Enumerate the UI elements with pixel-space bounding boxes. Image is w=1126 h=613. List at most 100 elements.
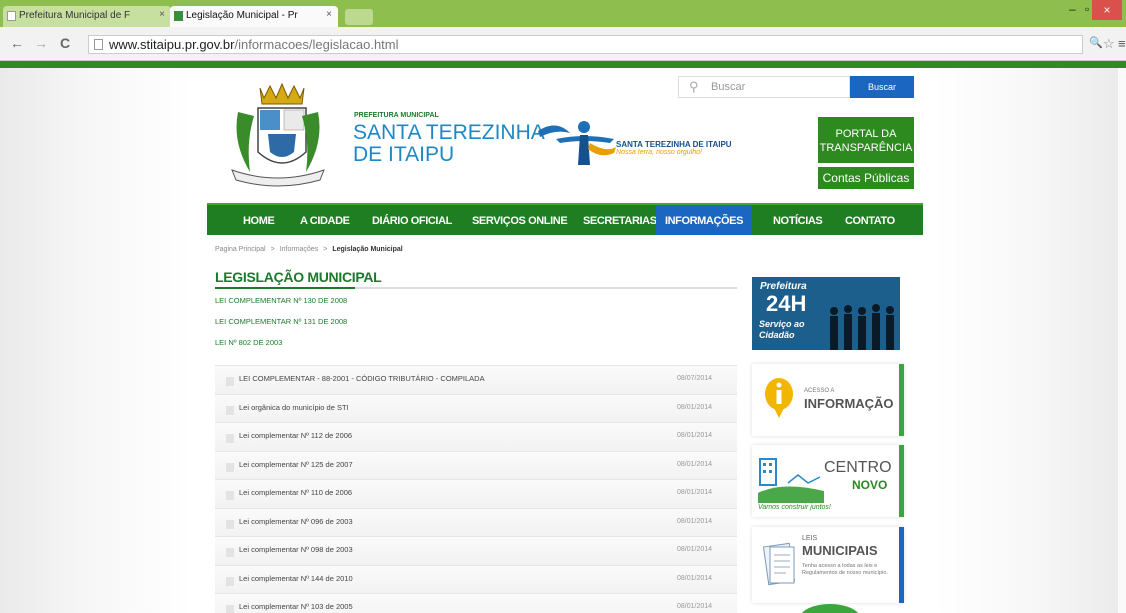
info-icon bbox=[765, 378, 793, 418]
browser-tab-prefeitura[interactable]: Prefeitura Municipal de F × bbox=[3, 6, 171, 27]
document-row[interactable]: LEI COMPLEMENTAR - 88-2001 - CÓDIGO TRIB… bbox=[215, 365, 737, 394]
document-name: Lei orgânica do município de STI bbox=[239, 402, 349, 412]
file-icon bbox=[226, 434, 234, 443]
page-title: LEGISLAÇÃO MUNICIPAL bbox=[215, 269, 382, 285]
document-date: 08/01/2014 bbox=[677, 432, 713, 439]
tab-title: Legislação Municipal - Pr bbox=[186, 10, 298, 21]
search-input[interactable]: ⚲ Buscar bbox=[678, 76, 850, 98]
menu-item-secretarias[interactable]: SECRETARIAS bbox=[583, 215, 657, 227]
document-row[interactable]: Lei complementar Nº 112 de 2006 08/01/201… bbox=[215, 422, 737, 451]
new-tab-button[interactable] bbox=[345, 9, 373, 25]
search-button[interactable]: Buscar bbox=[850, 76, 914, 98]
banner-centro-novo[interactable]: CENTRO NOVO Vamos construir juntos! bbox=[752, 445, 904, 517]
prefeitura-label: PREFEITURA MUNICIPAL bbox=[354, 112, 439, 119]
breadcrumb-home[interactable]: Pagina Principal bbox=[215, 246, 266, 253]
document-name: Lei complementar Nº 125 de 2007 bbox=[239, 459, 353, 469]
document-name: Lei complementar Nº 110 de 2006 bbox=[239, 488, 353, 497]
tab-title: Prefeitura Municipal de F bbox=[19, 10, 131, 21]
search-placeholder: Buscar bbox=[711, 81, 746, 93]
menu-item-cidade[interactable]: A CIDADE bbox=[300, 215, 350, 227]
file-icon bbox=[226, 519, 234, 529]
maximize-button[interactable]: ▫ bbox=[1085, 2, 1089, 16]
document-date: 08/01/2014 bbox=[677, 460, 713, 468]
document-row[interactable]: Lei complementar Nº 096 de 2003 08/01/201… bbox=[215, 507, 737, 536]
minimize-button[interactable]: – bbox=[1069, 2, 1076, 16]
document-row[interactable]: Lei orgânica do município de STI 08/01/20… bbox=[215, 393, 737, 422]
menu-item-informacoes[interactable]: INFORMAÇÕES bbox=[656, 205, 752, 235]
document-date: 08/01/2014 bbox=[677, 489, 713, 496]
page-icon bbox=[94, 39, 103, 50]
star-icon[interactable]: ☆ bbox=[1103, 36, 1115, 52]
document-stack-icon bbox=[762, 542, 796, 586]
document-row[interactable]: Lei complementar Nº 103 de 2005 08/01/201… bbox=[215, 593, 737, 613]
address-bar-area: ← → C www.stitaipu.pr.gov.br/informacoes… bbox=[0, 27, 1126, 61]
document-name: Lei complementar Nº 112 de 2006 bbox=[239, 431, 353, 440]
municipal-crest-logo[interactable] bbox=[228, 82, 328, 194]
tab-close-icon[interactable]: × bbox=[159, 9, 165, 20]
menu-item-contato[interactable]: CONTATO bbox=[845, 215, 895, 227]
document-name: Lei complementar Nº 098 de 2003 bbox=[239, 545, 353, 554]
forward-button[interactable]: → bbox=[34, 35, 48, 51]
municipais-label: MUNICIPAIS bbox=[802, 543, 878, 558]
city-name[interactable]: SANTA TEREZINHA DE ITAIPU bbox=[353, 122, 545, 166]
law-link[interactable]: LEI COMPLEMENTAR Nº 130 DE 2008 bbox=[215, 296, 347, 305]
law-link[interactable]: LEI Nº 802 DE 2003 bbox=[215, 338, 282, 347]
menu-item-home[interactable]: HOME bbox=[243, 215, 275, 227]
menu-icon[interactable]: ≡ bbox=[1118, 36, 1126, 51]
informacao-label: INFORMAÇÃO bbox=[804, 396, 894, 411]
document-row[interactable]: Lei complementar Nº 125 de 2007 08/01/201… bbox=[215, 450, 737, 479]
green-badge-partial bbox=[801, 604, 859, 613]
portal-line2: TRANSPARÊNCIA bbox=[819, 142, 913, 154]
sti-mascot-logo bbox=[538, 121, 616, 165]
file-icon bbox=[226, 405, 234, 415]
breadcrumb-current: Legislação Municipal bbox=[332, 246, 403, 253]
page-top-bar bbox=[0, 61, 1126, 68]
portal-transparencia-button[interactable]: PORTAL DA TRANSPARÊNCIA bbox=[818, 117, 914, 163]
document-date: 08/01/2014 bbox=[677, 403, 713, 411]
leis-label: LEIS bbox=[802, 535, 818, 542]
law-link[interactable]: LEI COMPLEMENTAR Nº 131 DE 2008 bbox=[215, 317, 347, 326]
centro-slogan: Vamos construir juntos! bbox=[758, 504, 831, 511]
buildings-icon bbox=[758, 458, 824, 503]
centro-label: CENTRO bbox=[824, 459, 892, 476]
document-date: 08/01/2014 bbox=[677, 517, 713, 525]
contas-publicas-button[interactable]: Contas Públicas bbox=[818, 167, 914, 189]
tab-close-icon[interactable]: × bbox=[326, 9, 332, 20]
back-button[interactable]: ← bbox=[10, 35, 24, 51]
city-name-line1: SANTA TEREZINHA bbox=[353, 121, 545, 144]
title-divider-accent bbox=[215, 287, 355, 289]
sti-name: SANTA TEREZINHA DE ITAIPU bbox=[616, 140, 732, 149]
document-name: Lei complementar Nº 096 de 2003 bbox=[239, 516, 353, 526]
novo-label: NOVO bbox=[852, 478, 888, 492]
file-icon bbox=[226, 548, 234, 557]
file-icon bbox=[226, 576, 234, 586]
document-row[interactable]: Lei complementar Nº 098 de 2003 08/01/201… bbox=[215, 536, 737, 565]
url-input[interactable]: www.stitaipu.pr.gov.br/informacoes/legis… bbox=[88, 35, 1083, 54]
document-row[interactable]: Lei complementar Nº 144 de 2010 08/01/201… bbox=[215, 564, 737, 593]
page-icon bbox=[7, 11, 16, 21]
document-date: 08/07/2014 bbox=[677, 375, 713, 382]
file-icon bbox=[226, 377, 234, 386]
document-name: LEI COMPLEMENTAR - 88-2001 - CÓDIGO TRIB… bbox=[239, 374, 485, 383]
documents-list: LEI COMPLEMENTAR - 88-2001 - CÓDIGO TRIB… bbox=[215, 365, 737, 613]
scrollbar[interactable] bbox=[1118, 68, 1126, 613]
banner-prefeitura-24h[interactable]: Prefeitura 24H Serviço ao Cidadão bbox=[752, 277, 900, 350]
document-row[interactable]: Lei complementar Nº 110 de 2006 08/01/201… bbox=[215, 479, 737, 508]
city-name-line2: DE ITAIPU bbox=[353, 143, 455, 166]
breadcrumb: Pagina Principal > Informações > Legislação … bbox=[215, 246, 403, 253]
browser-tab-bar: Prefeitura Municipal de F × Legislação M… bbox=[0, 0, 1126, 27]
url-host: www.stitaipu.pr.gov.br bbox=[109, 37, 235, 52]
menu-item-noticias[interactable]: NOTÍCIAS bbox=[773, 215, 823, 227]
reload-button[interactable]: C bbox=[60, 35, 70, 51]
zoom-icon[interactable]: 🔍 bbox=[1089, 36, 1103, 49]
menu-item-servicos[interactable]: SERVIÇOS ONLINE bbox=[472, 215, 568, 227]
breadcrumb-section[interactable]: Informações bbox=[280, 246, 319, 253]
banner-acesso-informacao[interactable]: ACESSO A INFORMAÇÃO bbox=[752, 364, 904, 436]
browser-tab-legislacao[interactable]: Legislação Municipal - Pr × bbox=[170, 6, 338, 27]
close-window-button[interactable]: × bbox=[1092, 0, 1122, 20]
banner-leis-municipais[interactable]: LEIS MUNICIPAIS Tenha acesso a todas as … bbox=[752, 527, 904, 603]
banner-24h-bottom: Serviço ao Cidadão bbox=[759, 319, 805, 340]
portal-line1: PORTAL DA bbox=[835, 128, 897, 140]
menu-item-diario[interactable]: DIÁRIO OFICIAL bbox=[372, 215, 452, 227]
people-silhouettes-icon bbox=[830, 304, 894, 350]
